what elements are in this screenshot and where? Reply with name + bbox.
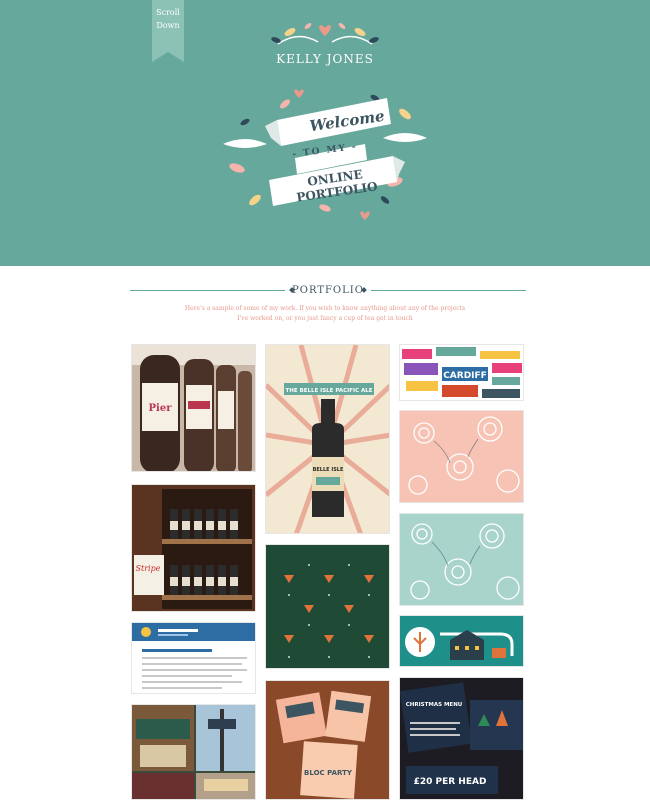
portfolio-tile-pier-beer[interactable]: Pier <box>131 344 256 472</box>
scroll-down-label-2: Down <box>156 21 180 30</box>
teal-floral-pattern <box>400 514 523 605</box>
website-screenshot <box>132 623 255 693</box>
portfolio-tile-pink-floral[interactable] <box>399 410 524 503</box>
cardiff-typography: CARDIFF <box>400 345 523 400</box>
pink-floral-pattern <box>400 411 523 502</box>
festival-illustration <box>400 616 523 666</box>
portfolio-tile-festival[interactable] <box>399 615 524 667</box>
intro-line-2: I've worked on, or you just fancy a cup … <box>237 315 413 322</box>
site-brand-name: KELLY JONES <box>276 52 374 66</box>
tile-pier-text: Pier <box>149 403 173 414</box>
portfolio-tile-belle-isle[interactable]: THE BELLE ISLE PACIFIC ALE BELLE ISLE <box>265 344 390 534</box>
scroll-down-button[interactable]: Scroll Down <box>152 0 184 62</box>
tile-stripe-text: Stripe <box>136 564 161 573</box>
beer-bottles-photo: Pier <box>132 345 255 471</box>
portfolio-tile-teal-floral[interactable] <box>399 513 524 606</box>
portfolio-intro: Here's a sample of some of my work. If y… <box>0 304 650 324</box>
portfolio-heading: PORTFOLIO <box>130 283 526 299</box>
portfolio-tile-shopfronts[interactable] <box>131 704 256 800</box>
fox-pattern-icon <box>266 545 389 668</box>
tile-belle-isle-label: BELLE ISLE <box>313 467 344 473</box>
hero-header: Scroll Down KELLY JONES Welcome - TO MY … <box>0 0 650 266</box>
portfolio-tile-cardiff[interactable]: CARDIFF <box>399 344 524 401</box>
shelf-bottles-photo: Stripe <box>132 485 255 611</box>
divider-right <box>371 290 526 291</box>
christmas-menu-photo: CHRISTMAS MENU £20 PER HEAD <box>400 678 523 799</box>
tile-price-text: £20 PER HEAD <box>414 777 487 787</box>
belle-isle-poster: THE BELLE ISLE PACIFIC ALE BELLE ISLE <box>266 345 389 533</box>
intro-line-1: Here's a sample of some of my work. If y… <box>184 305 466 312</box>
tile-bloc-party-text: BLOC PARTY <box>304 769 353 777</box>
portfolio-tile-website[interactable] <box>131 622 256 694</box>
portfolio-tile-bloc-party[interactable]: BLOC PARTY <box>265 680 390 800</box>
portfolio-tile-fox-pattern[interactable] <box>265 544 390 669</box>
bloc-party-invites-photo: BLOC PARTY <box>266 681 389 799</box>
shopfronts-photo <box>132 705 255 799</box>
tile-cardiff-text: CARDIFF <box>443 371 487 381</box>
tile-belle-isle-text: THE BELLE ISLE PACIFIC ALE <box>286 388 373 394</box>
heart-ornament-icon <box>271 23 379 45</box>
portfolio-tile-shelf[interactable]: Stripe <box>131 484 256 612</box>
portfolio-tile-christmas-menu[interactable]: CHRISTMAS MENU £20 PER HEAD <box>399 677 524 800</box>
scroll-down-label-1: Scroll <box>156 8 180 17</box>
tile-christmas-menu-text: CHRISTMAS MENU <box>406 702 463 708</box>
